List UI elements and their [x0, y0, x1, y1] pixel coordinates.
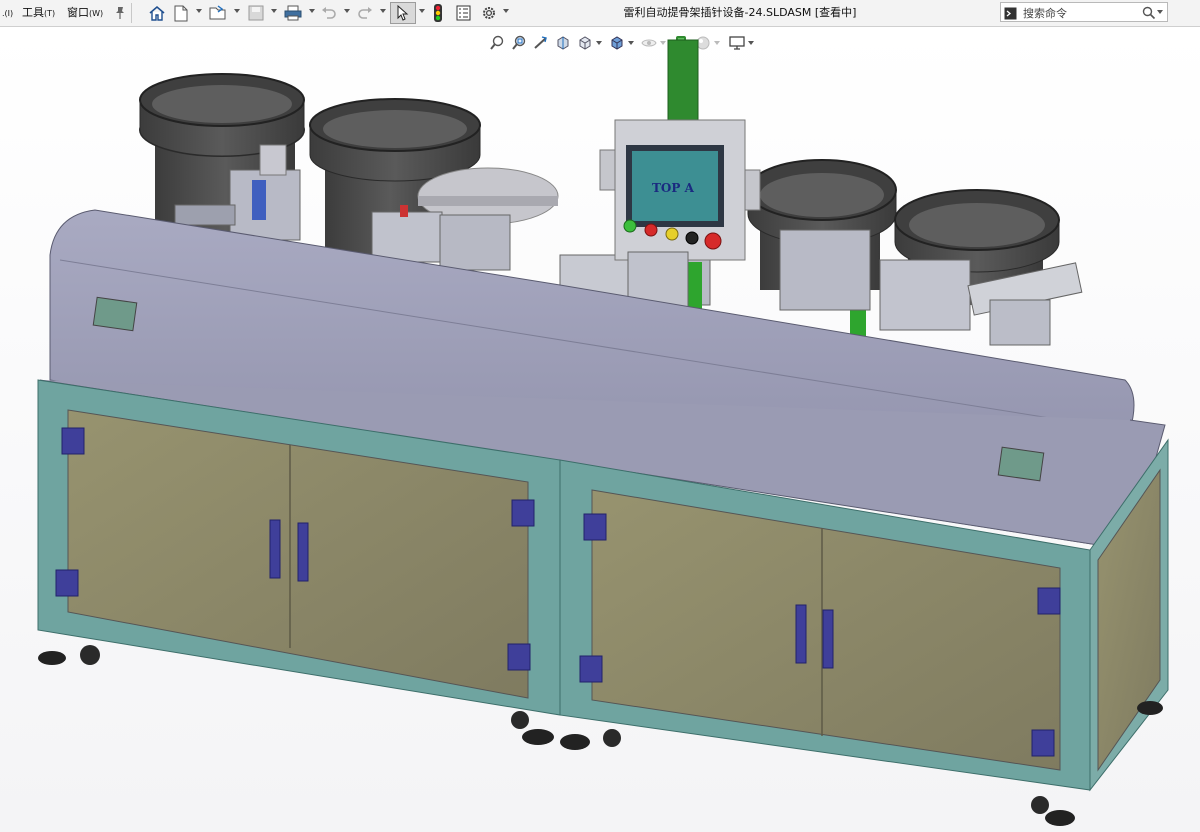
menu-tools-key: (T) — [44, 9, 56, 18]
pin-icon[interactable] — [112, 3, 128, 23]
document-title: 雷利自动提骨架插针设备-24.SLDASM [查看中] — [623, 6, 857, 19]
select-cursor-icon[interactable] — [390, 2, 416, 24]
file-properties-icon[interactable] — [453, 3, 473, 23]
search-input[interactable] — [1021, 4, 1143, 22]
save-dropdown-caret[interactable] — [271, 9, 277, 13]
hmi-screen-text: TOP A — [652, 181, 695, 195]
menu-window[interactable]: 窗口(W) — [67, 0, 103, 26]
hmi-button-red — [644, 223, 658, 237]
hmi-button-green — [623, 219, 637, 233]
menu-tools-label: 工具 — [22, 6, 44, 19]
search-icon[interactable] — [1142, 5, 1156, 24]
hmi-selector-switch — [685, 231, 699, 245]
hmi-button-yellow — [665, 227, 679, 241]
redo-icon[interactable] — [356, 3, 374, 23]
print-icon[interactable] — [283, 3, 303, 23]
new-dropdown-caret[interactable] — [196, 9, 202, 13]
open-folder-icon[interactable] — [208, 3, 228, 23]
search-box[interactable] — [1000, 2, 1168, 22]
search-dropdown-caret[interactable] — [1157, 10, 1163, 14]
options-dropdown-caret[interactable] — [503, 9, 509, 13]
undo-dropdown-caret[interactable] — [344, 9, 350, 13]
print-dropdown-caret[interactable] — [309, 9, 315, 13]
hmi-emergency-stop — [704, 232, 722, 250]
assembly-model[interactable]: TOP A — [0, 27, 1200, 832]
menu-tools[interactable]: 工具(T) — [22, 0, 55, 26]
gear-icon[interactable] — [479, 3, 499, 23]
toolbar-divider — [131, 3, 132, 23]
menu-partial-label: .(I) — [2, 9, 14, 18]
title-bar: .(I) 工具(T) 窗口(W) 雷利自动提骨架插针设备-24.SLDASM [… — [0, 0, 1200, 27]
undo-icon[interactable] — [320, 3, 338, 23]
command-prompt-icon — [1004, 5, 1017, 24]
menu-partial[interactable]: .(I) — [2, 0, 13, 26]
menu-window-label: 窗口 — [67, 6, 89, 19]
new-document-icon[interactable] — [172, 3, 190, 23]
open-dropdown-caret[interactable] — [234, 9, 240, 13]
save-icon[interactable] — [246, 3, 266, 23]
menu-window-key: (W) — [89, 9, 104, 18]
select-dropdown-caret[interactable] — [419, 9, 425, 13]
home-icon[interactable] — [146, 3, 168, 23]
rebuild-traffic-light-icon[interactable] — [432, 3, 444, 23]
redo-dropdown-caret[interactable] — [380, 9, 386, 13]
